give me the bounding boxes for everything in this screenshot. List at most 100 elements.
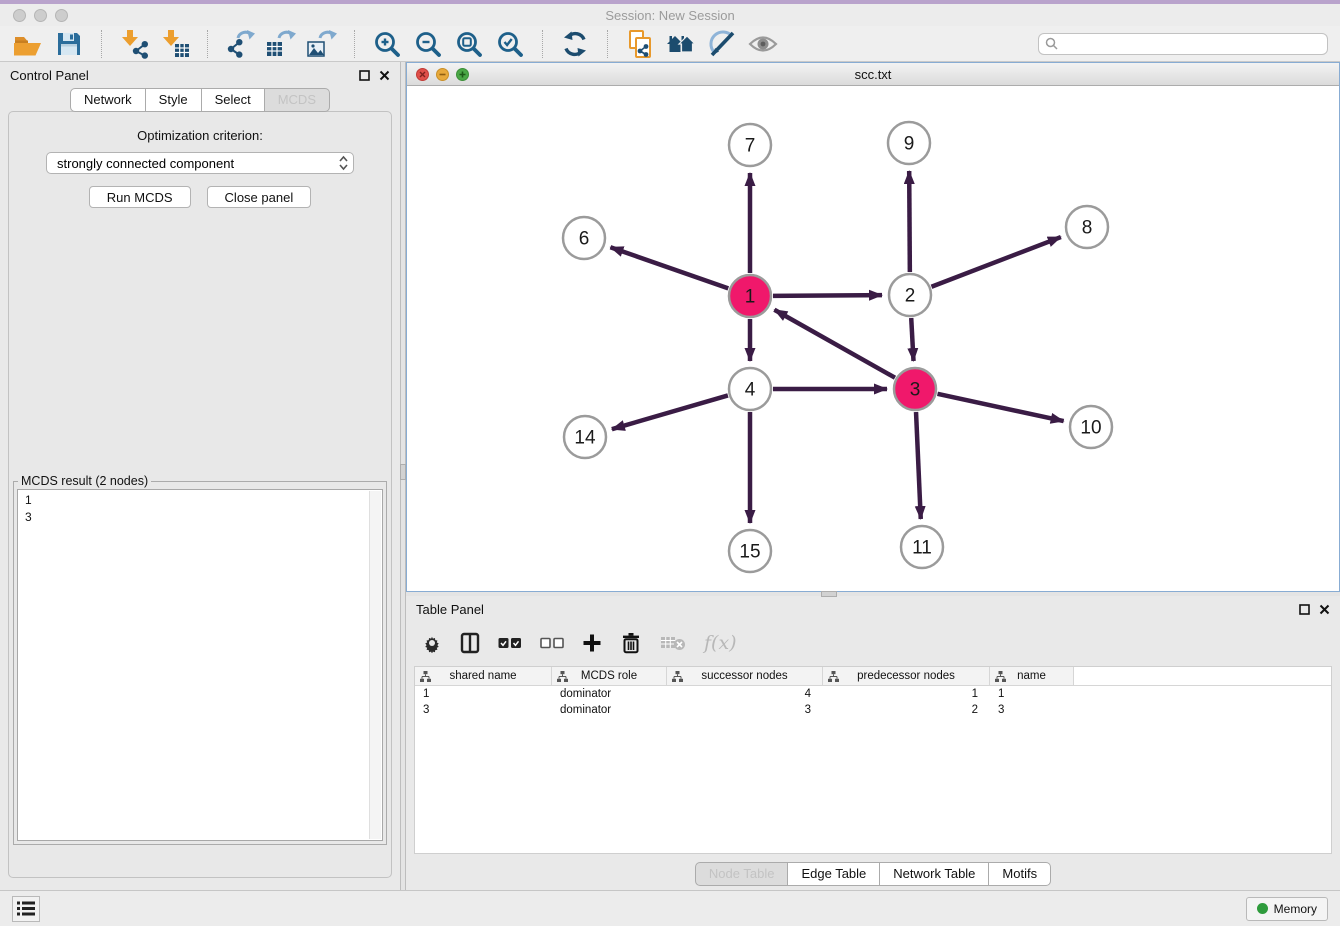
column-header-mcds-role[interactable]: MCDS role [552, 667, 667, 685]
save-session-button[interactable] [53, 28, 85, 60]
zoom-fit-button[interactable] [453, 28, 485, 60]
node-table: shared nameMCDS rolesuccessor nodesprede… [414, 666, 1332, 854]
result-scrollbar[interactable] [369, 491, 381, 839]
table-cell[interactable]: 3 [667, 704, 823, 716]
edge-2-8[interactable] [931, 237, 1060, 287]
table-cell[interactable]: 3 [990, 704, 1074, 716]
delete-column-button[interactable] [620, 632, 642, 654]
table-row[interactable]: 1dominator411 [415, 686, 1331, 702]
close-panel-icon[interactable] [1319, 604, 1330, 615]
edge-3-11[interactable] [916, 412, 921, 519]
splitter-handle[interactable] [400, 464, 406, 480]
table-settings-button[interactable] [422, 633, 442, 653]
node-label-9: 9 [904, 134, 915, 155]
table-cell[interactable]: 1 [823, 688, 990, 700]
tab-edge-table[interactable]: Edge Table [788, 862, 880, 886]
table-row[interactable]: 3dominator323 [415, 702, 1331, 718]
table-cell[interactable]: 3 [415, 704, 552, 716]
column-header-shared-name[interactable]: shared name [415, 667, 552, 685]
float-panel-icon[interactable] [1299, 604, 1310, 615]
search-input[interactable] [1062, 37, 1321, 51]
edge-1-6[interactable] [610, 247, 728, 288]
close-panel-icon[interactable] [379, 70, 390, 81]
tab-network[interactable]: Network [70, 88, 146, 112]
edge-4-14[interactable] [612, 395, 728, 429]
zoom-selected-button[interactable] [494, 28, 526, 60]
column-header-predecessor-nodes[interactable]: predecessor nodes [823, 667, 990, 685]
network-window-titlebar[interactable]: scc.txt [407, 63, 1339, 86]
control-panel-title: Control Panel [10, 68, 89, 83]
trash-icon [620, 632, 642, 654]
duplicate-network-button[interactable] [624, 28, 656, 60]
table-cell[interactable]: dominator [552, 688, 667, 700]
refresh-button[interactable] [559, 28, 591, 60]
network-graph[interactable]: 7968124314101511 [407, 86, 1339, 591]
memory-button[interactable]: Memory [1246, 897, 1328, 921]
edge-1-2[interactable] [773, 295, 882, 296]
zoom-out-button[interactable] [412, 28, 444, 60]
export-network-button[interactable] [224, 28, 256, 60]
run-mcds-button[interactable]: Run MCDS [89, 186, 191, 208]
open-session-button[interactable] [12, 28, 44, 60]
node-label-7: 7 [745, 136, 756, 157]
task-history-button[interactable] [12, 896, 40, 922]
show-columns-button[interactable] [460, 632, 480, 654]
node-label-1: 1 [745, 287, 756, 308]
function-builder-button[interactable]: f(x) [704, 632, 737, 654]
mcds-tab-content: Optimization criterion: strongly connect… [8, 111, 392, 878]
create-column-button[interactable] [582, 633, 602, 653]
table-cell[interactable]: 4 [667, 688, 823, 700]
tab-motifs[interactable]: Motifs [989, 862, 1051, 886]
result-line: 1 [25, 492, 366, 509]
zoom-in-button[interactable] [371, 28, 403, 60]
application-window: Session: New Session [0, 0, 1340, 926]
import-table-button[interactable] [159, 28, 191, 60]
network-maximize-button[interactable] [456, 68, 469, 81]
export-network-icon [224, 29, 256, 59]
select-all-rows-button[interactable] [498, 637, 522, 649]
tab-network-table[interactable]: Network Table [880, 862, 989, 886]
tab-mcds[interactable]: MCDS [265, 88, 330, 112]
minimize-window-button[interactable] [34, 9, 47, 22]
tab-style[interactable]: Style [146, 88, 202, 112]
search-box[interactable] [1038, 33, 1328, 55]
splitter-handle[interactable] [821, 591, 837, 597]
table-cell[interactable]: 2 [823, 704, 990, 716]
home-button[interactable] [665, 28, 697, 60]
tab-select[interactable]: Select [202, 88, 265, 112]
delete-table-button[interactable] [660, 635, 686, 651]
float-panel-icon[interactable] [359, 70, 370, 81]
show-hide-graphics-details-button[interactable] [706, 28, 738, 60]
deselect-all-rows-button[interactable] [540, 637, 564, 649]
edge-3-1[interactable] [774, 310, 895, 378]
close-panel-button[interactable]: Close panel [207, 186, 312, 208]
table-cell[interactable]: dominator [552, 704, 667, 716]
table-panel-header: Table Panel [406, 596, 1340, 622]
table-cell[interactable]: 1 [415, 688, 552, 700]
column-header-successor-nodes[interactable]: successor nodes [667, 667, 823, 685]
tree-icon [828, 671, 839, 682]
close-window-button[interactable] [13, 9, 26, 22]
toolbar-separator [207, 30, 208, 58]
plus-icon [582, 633, 602, 653]
maximize-window-button[interactable] [55, 9, 68, 22]
network-canvas[interactable]: 7968124314101511 [407, 86, 1339, 591]
column-header-name[interactable]: name [990, 667, 1074, 685]
edge-2-3[interactable] [911, 318, 913, 361]
tab-node-table[interactable]: Node Table [695, 862, 789, 886]
edge-2-9[interactable] [909, 171, 910, 272]
node-label-10: 10 [1080, 418, 1101, 439]
eye-button[interactable] [747, 28, 779, 60]
export-table-button[interactable] [265, 28, 297, 60]
optimization-criterion-dropdown[interactable]: strongly connected component [46, 152, 354, 174]
table-cell[interactable]: 1 [990, 688, 1074, 700]
network-minimize-button[interactable] [436, 68, 449, 81]
import-network-button[interactable] [118, 28, 150, 60]
mcds-result-box[interactable]: 13 [17, 489, 383, 841]
network-close-button[interactable] [416, 68, 429, 81]
export-image-button[interactable] [306, 28, 338, 60]
edge-3-10[interactable] [937, 394, 1063, 421]
toolbar-separator [354, 30, 355, 58]
horizontal-splitter[interactable] [406, 592, 1340, 596]
vertical-splitter[interactable] [400, 62, 406, 890]
